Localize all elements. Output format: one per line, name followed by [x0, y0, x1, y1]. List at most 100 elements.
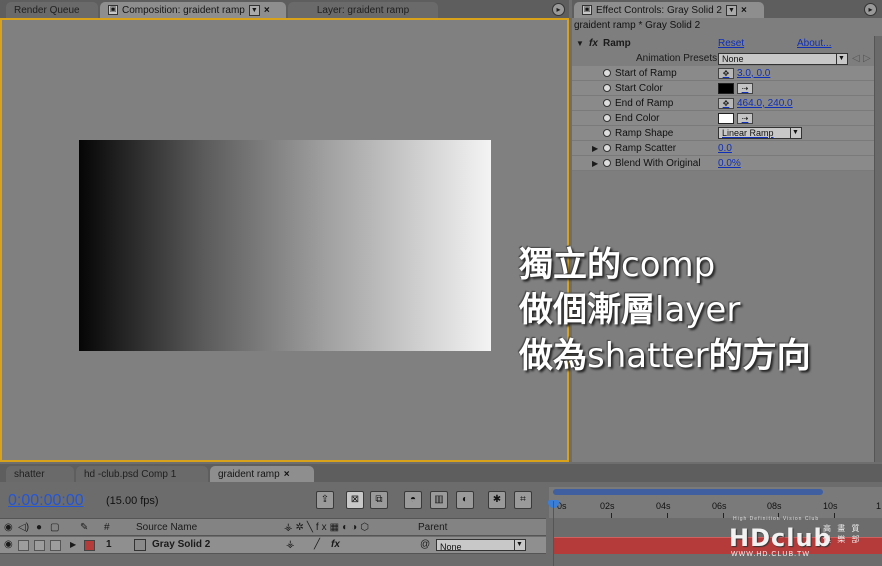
close-icon[interactable]: × [284, 469, 290, 480]
chevron-down-icon: ▼ [790, 128, 800, 138]
prop-start-of-ramp[interactable]: Start of Ramp ✥ 3.0, 0.0 [572, 66, 882, 81]
close-icon[interactable]: × [741, 5, 747, 16]
parent-value: None [440, 542, 462, 552]
tab-composition[interactable]: ▣ Composition: graident ramp ▼ × [100, 2, 286, 18]
lock-icon[interactable]: ▣ [108, 5, 118, 15]
tab-layer-label: Layer: graident ramp [316, 4, 410, 16]
label-column-icon[interactable]: ✎ [80, 522, 88, 533]
comp-dropdown-icon[interactable]: ▼ [248, 4, 260, 16]
tab-effect-controls[interactable]: ▣ Effect Controls: Gray Solid 2 ▼ × [574, 2, 764, 18]
ramp-shape-select[interactable]: Linear Ramp ▼ [718, 127, 802, 139]
overlay-line-1: 獨立的comp [519, 245, 715, 285]
effect-switch-icon[interactable]: fx [331, 539, 340, 550]
lock-column-icon[interactable]: ▢ [50, 522, 59, 533]
prop-end-color[interactable]: End Color ⇢ [572, 111, 882, 126]
tab-render-queue[interactable]: Render Queue [6, 2, 98, 18]
shy-switch-icon[interactable]: ⚶ [286, 539, 295, 550]
timecode-display[interactable]: 0:00:00:00 [8, 492, 84, 510]
prop-start-color[interactable]: Start Color ⇢ [572, 81, 882, 96]
prop-ramp-scatter[interactable]: ▶ Ramp Scatter 0.0 [572, 141, 882, 156]
audio-switch[interactable] [18, 540, 29, 551]
quality-switch-icon[interactable]: ╱ [314, 539, 320, 550]
eye-icon[interactable]: ◉ [4, 522, 13, 533]
eyedropper-icon[interactable]: ⇢ [737, 82, 753, 94]
twirl-closed-icon[interactable]: ▶ [592, 144, 598, 153]
gradient-ramp-solid[interactable] [79, 140, 491, 351]
prop-end-of-ramp[interactable]: End of Ramp ✥ 464.0, 240.0 [572, 96, 882, 111]
ruler-tick: 04s [656, 501, 671, 511]
stopwatch-icon[interactable] [603, 129, 611, 137]
column-source-name[interactable]: Source Name [136, 522, 197, 533]
twirl-closed-icon[interactable]: ▶ [592, 159, 598, 168]
solo-switch[interactable] [34, 540, 45, 551]
lock-switch[interactable] [50, 540, 61, 551]
layer-row[interactable]: ◉ ▶ 1 Gray Solid 2 ⚶ ╱ fx @ None ▼ [0, 537, 546, 554]
effect-header-ramp[interactable]: ▼ fx Ramp Reset About... [572, 36, 882, 51]
motion-blur-icon[interactable]: ◐ [456, 491, 474, 509]
reset-link[interactable]: Reset [718, 38, 744, 49]
ramp-scatter-value[interactable]: 0.0 [718, 143, 732, 154]
stopwatch-icon[interactable] [603, 84, 611, 92]
crosshair-icon[interactable]: ✥ [718, 97, 734, 109]
close-icon[interactable]: × [264, 5, 270, 16]
presets-select[interactable]: None ▼ [718, 52, 848, 65]
stopwatch-icon[interactable] [603, 99, 611, 107]
shy-layers-icon[interactable]: ◓ [404, 491, 422, 509]
layer-name[interactable]: Gray Solid 2 [152, 539, 210, 550]
fx-dropdown-icon[interactable]: ▼ [725, 4, 737, 16]
tab-layer[interactable]: Layer: graident ramp [288, 2, 438, 18]
stopwatch-icon[interactable] [603, 69, 611, 77]
prop-blend-with-original[interactable]: ▶ Blend With Original 0.0% [572, 156, 882, 171]
label-color[interactable] [84, 540, 95, 551]
stopwatch-icon[interactable] [603, 144, 611, 152]
ruler-tick: 10s [823, 501, 838, 511]
column-parent[interactable]: Parent [418, 522, 447, 533]
prop-value-group: ⇢ [718, 112, 753, 124]
fx-badge[interactable]: fx [589, 38, 598, 49]
solo-icon[interactable]: ● [36, 522, 42, 533]
about-link[interactable]: About... [797, 38, 831, 49]
parent-select[interactable]: None ▼ [436, 539, 526, 552]
frame-blending-icon[interactable]: ▥ [430, 491, 448, 509]
end-of-ramp-value[interactable]: 464.0, 240.0 [737, 98, 793, 109]
overlay-line-2-en: layer [655, 290, 741, 330]
eye-icon[interactable]: ◉ [4, 539, 13, 550]
tab-shatter[interactable]: shatter [6, 466, 74, 482]
start-of-ramp-value[interactable]: 3.0, 0.0 [737, 68, 770, 79]
stopwatch-icon[interactable] [603, 114, 611, 122]
flowchart-icon[interactable]: ⇪ [316, 491, 334, 509]
lock-icon[interactable]: ▣ [582, 5, 592, 15]
presets-value: None [722, 53, 744, 64]
hdclub-watermark: High Definition Vision Club HDclub 高 畫 質… [725, 516, 875, 558]
tab-graident-ramp[interactable]: graident ramp × [210, 466, 314, 482]
eyedropper-icon[interactable]: ⇢ [737, 112, 753, 124]
end-color-swatch[interactable] [718, 112, 734, 124]
stopwatch-icon[interactable] [603, 159, 611, 167]
prop-value-group: Linear Ramp ▼ [718, 127, 802, 139]
time-ruler[interactable]: 0s 02s 04s 06s 08s 10s 1 [549, 487, 882, 518]
audio-icon[interactable]: ◁) [18, 522, 29, 533]
prev-preset-icon[interactable]: ◁ [852, 53, 860, 64]
start-color-swatch[interactable] [718, 82, 734, 94]
panel-menu-icon[interactable]: ▸ [552, 3, 565, 16]
crosshair-icon[interactable]: ✥ [718, 67, 734, 79]
live-update-icon[interactable]: ⊠ [346, 491, 364, 509]
prop-ramp-shape[interactable]: Ramp Shape Linear Ramp ▼ [572, 126, 882, 141]
work-area-bar[interactable] [553, 489, 823, 495]
blend-with-original-value[interactable]: 0.0% [718, 158, 741, 169]
ruler-tick: 02s [600, 501, 615, 511]
tab-graident-ramp-label: graident ramp [218, 468, 280, 480]
graph-editor-icon[interactable]: ⌗ [514, 491, 532, 509]
twirl-closed-icon[interactable]: ▶ [70, 540, 76, 549]
tab-hd-club-comp[interactable]: hd -club.psd Comp 1 [76, 466, 208, 482]
pickwhip-icon[interactable]: @ [420, 539, 430, 550]
twirl-open-icon[interactable]: ▼ [576, 39, 584, 48]
composition-viewer[interactable] [0, 18, 569, 462]
next-preset-icon[interactable]: ▷ [863, 53, 871, 64]
panel-menu-icon[interactable]: ▸ [864, 3, 877, 16]
overlay-line-2: 做個漸層layer [519, 290, 740, 330]
fx-scrollbar[interactable] [874, 36, 882, 462]
brainstorm-icon[interactable]: ✱ [488, 491, 506, 509]
draft-3d-icon[interactable]: ⧉ [370, 491, 388, 509]
prop-label: Start of Ramp [615, 67, 677, 79]
